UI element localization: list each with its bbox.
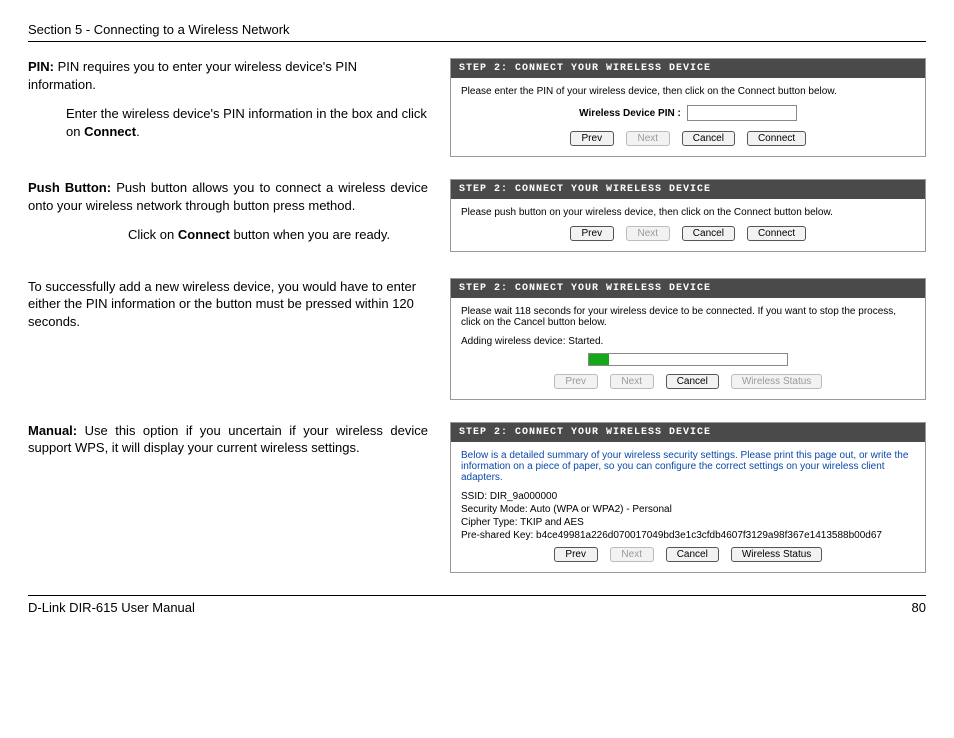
panel-progress: STEP 2: CONNECT YOUR WIRELESS DEVICE Ple… [450, 278, 926, 400]
page-header: Section 5 - Connecting to a Wireless Net… [28, 22, 926, 42]
next-button: Next [626, 131, 670, 146]
pin-term: PIN: [28, 59, 54, 74]
push-text: Push Button: Push button allows you to c… [28, 179, 428, 256]
wireless-device-pin-input[interactable] [687, 105, 797, 121]
connect-button[interactable]: Connect [747, 226, 806, 241]
footer-manual-label: D-Link DIR-615 User Manual [28, 600, 195, 615]
panel-push-header: STEP 2: CONNECT YOUR WIRELESS DEVICE [451, 180, 925, 199]
row-progress: To successfully add a new wireless devic… [28, 278, 926, 400]
pin-desc-1: PIN: PIN requires you to enter your wire… [28, 58, 428, 93]
prev-button: Prev [554, 374, 598, 389]
next-button: Next [610, 547, 654, 562]
panel-progress-body: Please wait 118 seconds for your wireles… [451, 298, 925, 399]
panel-manual-col: STEP 2: CONNECT YOUR WIRELESS DEVICE Bel… [450, 422, 926, 573]
push-term: Push Button: [28, 180, 111, 195]
next-button: Next [626, 226, 670, 241]
panel-push-col: STEP 2: CONNECT YOUR WIRELESS DEVICE Ple… [450, 179, 926, 252]
cancel-button[interactable]: Cancel [682, 226, 735, 241]
pin-input-label: Wireless Device PIN : [579, 108, 681, 119]
panel-manual-buttons: Prev Next Cancel Wireless Status [461, 547, 915, 562]
panel-pin: STEP 2: CONNECT YOUR WIRELESS DEVICE Ple… [450, 58, 926, 157]
cancel-button[interactable]: Cancel [682, 131, 735, 146]
panel-progress-instr: Please wait 118 seconds for your wireles… [461, 306, 915, 328]
progress-text: To successfully add a new wireless devic… [28, 278, 428, 343]
prev-button[interactable]: Prev [570, 131, 614, 146]
connect-button[interactable]: Connect [747, 131, 806, 146]
wireless-status-button[interactable]: Wireless Status [731, 547, 822, 562]
prev-button[interactable]: Prev [570, 226, 614, 241]
panel-manual-body: Below is a detailed summary of your wire… [451, 442, 925, 572]
manual-text: Manual: Use this option if you uncertain… [28, 422, 428, 469]
panel-push-body: Please push button on your wireless devi… [451, 199, 925, 251]
manual-desc-body: Use this option if you uncertain if your… [28, 423, 428, 456]
pin-desc-2: Enter the wireless device's PIN informat… [28, 105, 428, 140]
row-push: Push Button: Push button allows you to c… [28, 179, 926, 256]
manual-term: Manual: [28, 423, 77, 438]
progress-bar [588, 353, 788, 366]
wireless-status-button: Wireless Status [731, 374, 822, 389]
panel-pin-body: Please enter the PIN of your wireless de… [451, 78, 925, 156]
panel-pin-instr: Please enter the PIN of your wireless de… [461, 86, 915, 97]
manual-desc: Manual: Use this option if you uncertain… [28, 422, 428, 457]
panel-progress-col: STEP 2: CONNECT YOUR WIRELESS DEVICE Ple… [450, 278, 926, 400]
panel-manual-instr: Below is a detailed summary of your wire… [461, 450, 915, 483]
prev-button[interactable]: Prev [554, 547, 598, 562]
page-footer: D-Link DIR-615 User Manual 80 [28, 595, 926, 615]
mid-para: To successfully add a new wireless devic… [28, 278, 428, 331]
secmode-line: Security Mode: Auto (WPA or WPA2) - Pers… [461, 504, 915, 515]
pin-input-row: Wireless Device PIN : [461, 105, 915, 121]
panel-manual: STEP 2: CONNECT YOUR WIRELESS DEVICE Bel… [450, 422, 926, 573]
progress-fill [589, 354, 609, 365]
psk-line: Pre-shared Key: b4ce49981a226d070017049b… [461, 530, 915, 541]
panel-push-instr: Please push button on your wireless devi… [461, 207, 915, 218]
cancel-button[interactable]: Cancel [666, 374, 719, 389]
panel-progress-header: STEP 2: CONNECT YOUR WIRELESS DEVICE [451, 279, 925, 298]
panel-push-buttons: Prev Next Cancel Connect [461, 226, 915, 241]
ssid-line: SSID: DIR_9a000000 [461, 491, 915, 502]
row-manual: Manual: Use this option if you uncertain… [28, 422, 926, 573]
footer-page-number: 80 [912, 600, 926, 615]
push-desc-1: Push Button: Push button allows you to c… [28, 179, 428, 214]
cancel-button[interactable]: Cancel [666, 547, 719, 562]
panel-push: STEP 2: CONNECT YOUR WIRELESS DEVICE Ple… [450, 179, 926, 252]
panel-progress-buttons: Prev Next Cancel Wireless Status [461, 374, 915, 389]
pin-text: PIN: PIN requires you to enter your wire… [28, 58, 428, 152]
panel-manual-header: STEP 2: CONNECT YOUR WIRELESS DEVICE [451, 423, 925, 442]
section-label: Section 5 - Connecting to a Wireless Net… [28, 22, 290, 37]
progress-wrap [588, 353, 788, 366]
panel-pin-header: STEP 2: CONNECT YOUR WIRELESS DEVICE [451, 59, 925, 78]
panel-pin-buttons: Prev Next Cancel Connect [461, 131, 915, 146]
panel-progress-status: Adding wireless device: Started. [461, 336, 915, 347]
push-desc-2: Click on Connect button when you are rea… [28, 226, 428, 244]
pin-desc-a: PIN requires you to enter your wireless … [28, 59, 357, 92]
panel-pin-col: STEP 2: CONNECT YOUR WIRELESS DEVICE Ple… [450, 58, 926, 157]
cipher-line: Cipher Type: TKIP and AES [461, 517, 915, 528]
next-button: Next [610, 374, 654, 389]
row-pin: PIN: PIN requires you to enter your wire… [28, 58, 926, 157]
